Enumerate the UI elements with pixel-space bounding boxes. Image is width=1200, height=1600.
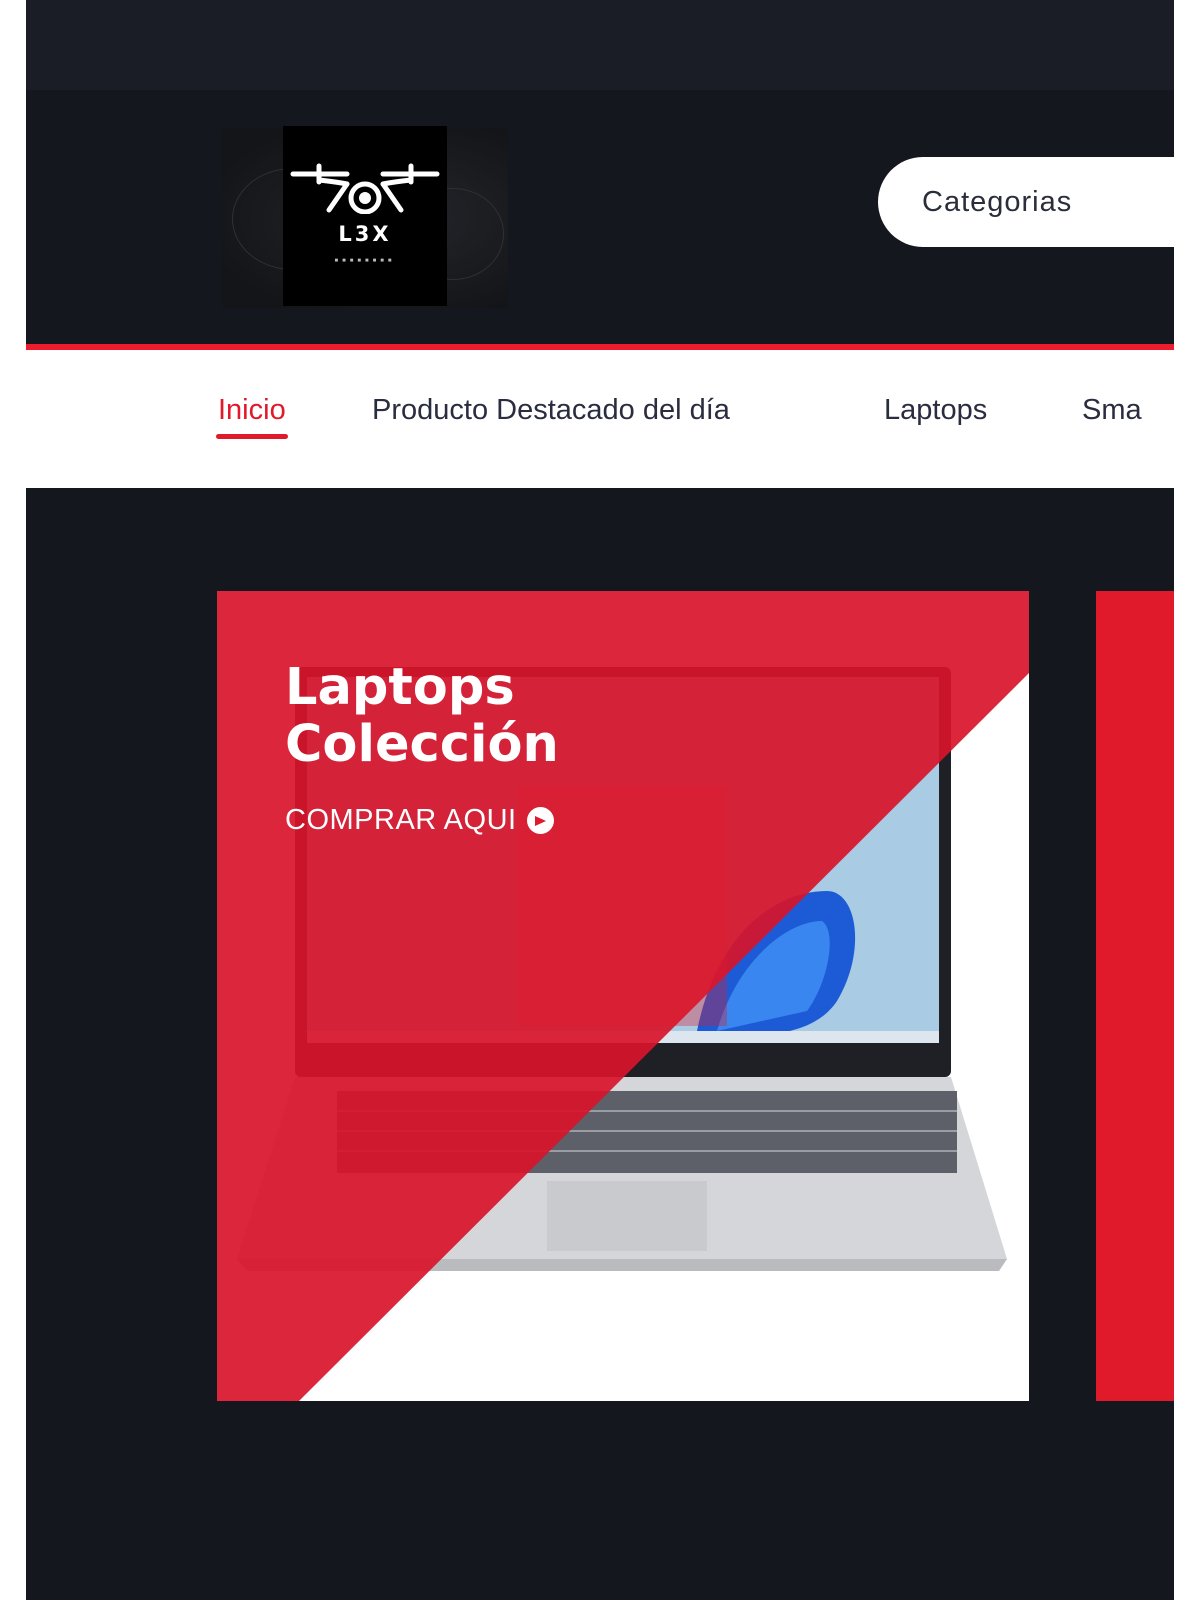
drone-logo-icon	[290, 163, 440, 214]
shop-now-link[interactable]: COMPRAR AQUI	[285, 804, 554, 837]
top-bar	[26, 0, 1174, 90]
carousel-next-slide-peek[interactable]	[1096, 591, 1174, 1401]
nav-item-producto-destacado[interactable]: Producto Destacado del día	[372, 394, 730, 427]
nav-item-laptops[interactable]: Laptops	[884, 394, 987, 427]
shop-now-label: COMPRAR AQUI	[285, 804, 517, 836]
slide-title-line1: Laptops	[285, 658, 515, 717]
logo-frame[interactable]: L3X ■■■■■■■■	[222, 126, 508, 308]
arrow-right-circle-icon	[526, 807, 554, 834]
slide-title-line2: Colección	[285, 715, 559, 774]
logo-text: L3X	[338, 222, 392, 246]
site-header: L3X ■■■■■■■■ Categorias	[26, 90, 1174, 344]
slide-title: Laptops Colección	[285, 659, 559, 773]
page: L3X ■■■■■■■■ Categorias Inicio Producto …	[26, 0, 1174, 1600]
categories-label: Categorias	[922, 185, 1073, 218]
categories-button[interactable]: Categorias	[878, 157, 1174, 247]
logo[interactable]: L3X ■■■■■■■■	[283, 126, 447, 306]
main-nav: Inicio Producto Destacado del día Laptop…	[26, 350, 1174, 488]
logo-tagline: ■■■■■■■■	[334, 258, 396, 264]
nav-item-inicio[interactable]: Inicio	[216, 394, 288, 439]
hero-carousel: Laptops Colección COMPRAR AQUI	[26, 488, 1174, 1600]
nav-item-smartphones[interactable]: Sma	[1082, 394, 1142, 427]
carousel-slide-laptops[interactable]: Laptops Colección COMPRAR AQUI	[217, 591, 1029, 1401]
